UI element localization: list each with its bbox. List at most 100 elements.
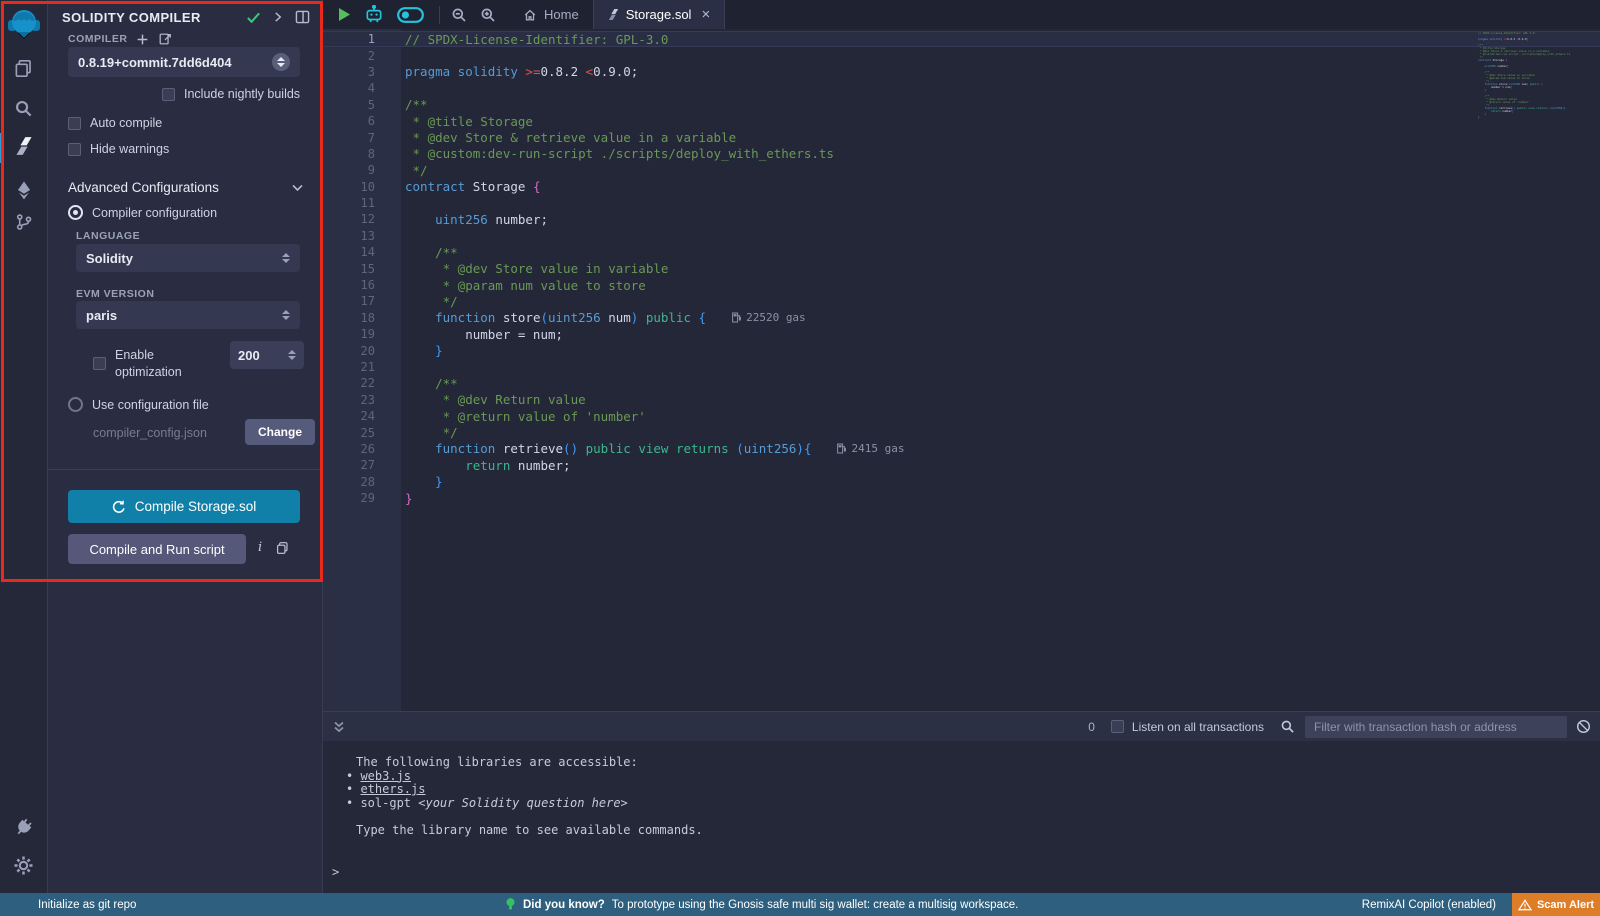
use-config-file-radio[interactable] xyxy=(68,397,83,412)
minimap[interactable]: // SPDX-License-Identifier: GPL-3.0pragm… xyxy=(1478,32,1598,119)
listen-all-transactions-checkbox[interactable] xyxy=(1111,720,1124,733)
tip-title: Did you know? xyxy=(523,899,605,911)
code-line: 12 uint256 number; xyxy=(323,211,1600,227)
enable-optimization-row[interactable]: Enable optimization xyxy=(93,347,213,381)
line-number: 10 xyxy=(323,180,375,194)
open-external-compiler-icon[interactable] xyxy=(158,32,172,46)
line-number: 13 xyxy=(323,229,375,243)
auto-compile-checkbox[interactable] xyxy=(68,117,81,130)
chevron-right-icon[interactable] xyxy=(272,11,284,23)
code-line: 27 return number; xyxy=(323,457,1600,473)
tab-storage-sol[interactable]: Storage.sol × xyxy=(593,0,726,29)
line-number: 29 xyxy=(323,491,375,505)
compiler-configuration-radio[interactable] xyxy=(68,205,83,220)
code-editor[interactable]: 1// SPDX-License-Identifier: GPL-3.023pr… xyxy=(323,29,1600,711)
line-number: 15 xyxy=(323,262,375,276)
listen-all-transactions-row[interactable]: Listen on all transactions xyxy=(1111,720,1264,734)
terminal-link[interactable]: ethers.js xyxy=(360,782,425,796)
code-line: 1// SPDX-License-Identifier: GPL-3.0 xyxy=(323,31,1600,47)
remix-logo-icon[interactable] xyxy=(6,6,42,42)
settings-gear-icon[interactable] xyxy=(12,853,36,877)
copy-icon[interactable] xyxy=(276,541,289,555)
code-line: 23 * @dev Return value xyxy=(323,392,1600,408)
active-tab-label: Storage.sol xyxy=(626,7,692,22)
scam-alert-button[interactable]: Scam Alert xyxy=(1512,893,1600,916)
zoom-out-icon xyxy=(451,7,467,23)
zoom-in-icon xyxy=(480,7,496,23)
code-line: 10contract Storage { xyxy=(323,179,1600,195)
advanced-configurations-toggle[interactable]: Advanced Configurations xyxy=(68,180,304,195)
close-tab-icon[interactable]: × xyxy=(701,6,710,23)
number-input-spinner-icon[interactable] xyxy=(288,350,296,360)
git-init-label[interactable]: Initialize as git repo xyxy=(38,899,136,911)
include-nightly-checkbox-row[interactable]: Include nightly builds xyxy=(162,87,300,101)
terminal-search-icon[interactable] xyxy=(1280,719,1295,734)
terminal-link[interactable]: web3.js xyxy=(360,769,411,783)
change-config-button[interactable]: Change xyxy=(245,419,315,445)
toolbar-separator xyxy=(439,6,440,24)
compiler-version-value: 0.8.19+commit.7dd6d404 xyxy=(78,55,272,70)
file-explorer-icon[interactable] xyxy=(12,56,36,80)
line-number: 25 xyxy=(323,426,375,440)
git-icon[interactable] xyxy=(12,210,36,234)
code-line: 6 * @title Storage xyxy=(323,113,1600,129)
line-number: 2 xyxy=(323,49,375,63)
code-line: 15 * @dev Store value in variable xyxy=(323,260,1600,276)
pin-panel-icon[interactable] xyxy=(295,10,310,24)
tip-text: To prototype using the Gnosis safe multi… xyxy=(612,899,1019,911)
terminal: 0 Listen on all transactions The followi… xyxy=(323,711,1600,893)
code-line: 18 function store(uint256 num) public {2… xyxy=(323,310,1600,326)
code-lines: 1// SPDX-License-Identifier: GPL-3.023pr… xyxy=(323,31,1600,506)
status-bar: Initialize as git repo Did you know? To … xyxy=(0,893,1600,916)
evm-version-select[interactable]: paris xyxy=(76,301,300,329)
terminal-line: Type the library name to see available c… xyxy=(346,824,1600,838)
optimization-runs-input[interactable]: 200 xyxy=(230,341,304,369)
include-nightly-checkbox[interactable] xyxy=(162,88,175,101)
zoom-in-button[interactable] xyxy=(480,7,496,23)
code-line: 25 */ xyxy=(323,424,1600,440)
hide-warnings-checkbox[interactable] xyxy=(68,143,81,156)
add-compiler-icon[interactable] xyxy=(136,33,149,46)
chevron-down-icon xyxy=(291,181,304,194)
code-line: 11 xyxy=(323,195,1600,211)
compiler-configuration-radio-row[interactable]: Compiler configuration xyxy=(68,205,217,220)
ai-copilot-robot-button[interactable] xyxy=(364,5,384,24)
main-area: Home Storage.sol × 1// SPDX-License-Iden… xyxy=(322,0,1600,893)
terminal-prompt[interactable]: > xyxy=(332,866,339,880)
copilot-toggle[interactable] xyxy=(397,7,424,23)
collapse-terminal-icon[interactable] xyxy=(332,720,346,734)
terminal-output[interactable]: The following libraries are accessible:•… xyxy=(323,741,1600,893)
clear-console-icon[interactable] xyxy=(1576,719,1591,734)
search-icon[interactable] xyxy=(12,96,36,120)
use-config-file-radio-row[interactable]: Use configuration file xyxy=(68,397,209,412)
language-select[interactable]: Solidity xyxy=(76,244,300,272)
terminal-line: • ethers.js xyxy=(346,783,1600,797)
auto-compile-label: Auto compile xyxy=(90,116,162,130)
copilot-status-label[interactable]: RemixAI Copilot (enabled) xyxy=(1362,899,1496,911)
lightbulb-icon xyxy=(505,897,516,912)
transaction-filter-input[interactable] xyxy=(1305,716,1567,738)
line-number: 9 xyxy=(323,163,375,177)
compile-and-run-button[interactable]: Compile and Run script xyxy=(68,534,246,564)
run-script-button[interactable] xyxy=(337,7,351,22)
enable-optimization-checkbox[interactable] xyxy=(93,357,106,370)
compile-button[interactable]: Compile Storage.sol xyxy=(68,490,300,523)
advanced-configurations-label: Advanced Configurations xyxy=(68,180,291,195)
toggle-on-icon xyxy=(397,7,424,23)
solidity-file-icon xyxy=(608,8,619,21)
line-number: 14 xyxy=(323,245,375,259)
info-icon[interactable]: i xyxy=(258,540,262,555)
tab-home[interactable]: Home xyxy=(509,0,593,29)
panel-title: SOLIDITY COMPILER xyxy=(62,10,246,25)
home-icon xyxy=(523,8,537,22)
solidity-compiler-icon[interactable] xyxy=(12,134,36,158)
compiler-version-select[interactable]: 0.8.19+commit.7dd6d404 xyxy=(68,47,300,77)
auto-compile-checkbox-row[interactable]: Auto compile xyxy=(68,116,162,130)
code-line: 22 /** xyxy=(323,375,1600,391)
hide-warnings-checkbox-row[interactable]: Hide warnings xyxy=(68,142,169,156)
line-number: 24 xyxy=(323,409,375,423)
zoom-out-button[interactable] xyxy=(451,7,467,23)
plugin-manager-icon[interactable] xyxy=(12,815,36,839)
deploy-run-icon[interactable] xyxy=(12,178,36,202)
solidity-compiler-panel: SOLIDITY COMPILER COMPILER 0.8.19+commit… xyxy=(48,0,322,893)
